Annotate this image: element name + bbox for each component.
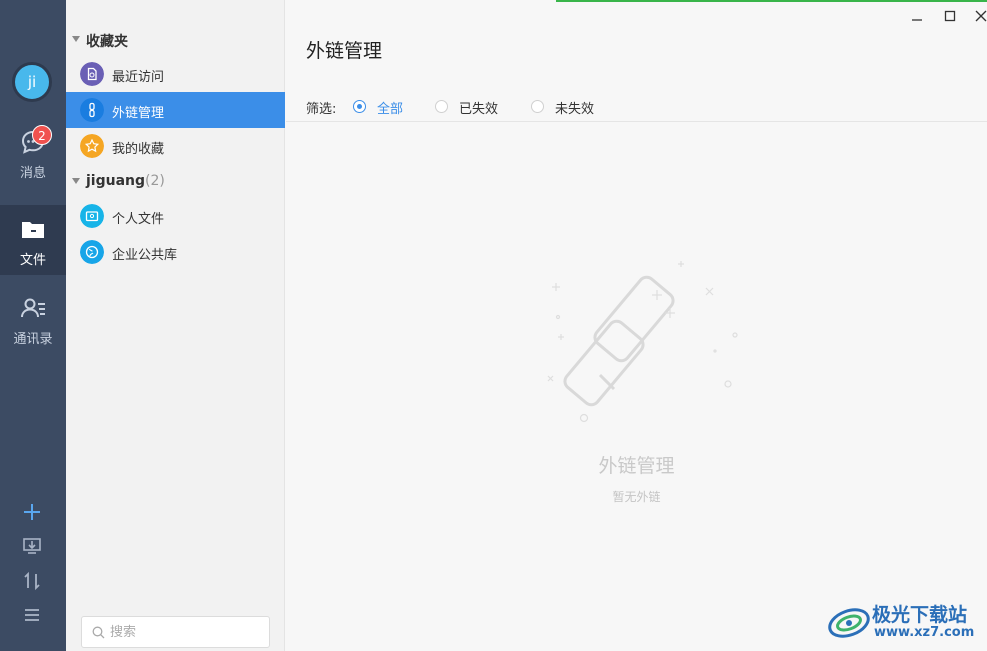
search-icon [92,626,105,639]
top-accent-line [556,0,987,2]
nav-files-label: 文件 [19,253,46,268]
watermark-url: www.xz7.com [874,625,975,640]
radio-unchecked-icon [531,100,544,113]
filter-label: 筛选: [306,102,337,117]
collapse-triangle-icon [72,36,80,42]
nav-contacts-label: 通讯录 [13,332,53,347]
nav-messages-label: 消息 [19,166,46,181]
empty-state-subtitle: 暂无外链 [612,490,661,504]
main-panel: 外链管理 筛选: 全部 已失效 未失效 外链管理 暂无外链 [286,0,987,651]
folder-icon [22,222,44,238]
sidebar-item-personal-files[interactable]: 个人文件 [66,198,285,234]
contacts-icon [21,298,45,318]
globe-icon [80,240,104,264]
watermark-logo: 极光下载站 www.xz7.com [826,598,987,646]
empty-link-illustration-icon [547,261,738,423]
star-icon [80,134,104,158]
radio-unchecked-icon [435,100,448,113]
sidebar-item-label: 我的收藏 [112,142,165,157]
nav-contacts[interactable]: 通讯录 [0,284,66,354]
maximize-icon[interactable] [939,6,961,26]
filter-radio-label: 已失效 [459,102,499,117]
sidebar-item-enterprise-library[interactable]: 企业公共库 [66,234,285,270]
transfer-icon[interactable] [20,569,44,593]
file-sidebar: 收藏夹 最近访问 外链管理 我的收藏 jiguang(2) 个人文件 企业公共库… [66,0,285,651]
unread-badge: 2 [32,125,52,145]
link-icon [80,98,104,122]
sidebar-item-label: 外链管理 [112,106,165,121]
filter-radio-label: 全部 [377,102,404,117]
minimize-icon[interactable] [906,6,928,26]
plus-icon[interactable] [20,500,44,524]
user-avatar[interactable]: ji [12,62,52,102]
org-group-count: (2) [145,173,165,189]
watermark-name: 极光下载站 [872,604,968,626]
org-group[interactable]: jiguang(2) [66,168,285,196]
favorites-group[interactable]: 收藏夹 [66,26,285,54]
nav-files[interactable]: 文件 [0,205,66,275]
search-input[interactable] [110,622,260,642]
app-rail: ji 消息 2 文件 通讯录 [0,0,66,651]
sidebar-item-recent[interactable]: 最近访问 [66,56,285,92]
search-box[interactable] [81,616,270,648]
aurora-logo-icon [828,608,870,638]
filter-radio-label: 未失效 [555,102,595,117]
menu-icon[interactable] [20,603,44,627]
favorites-group-label: 收藏夹 [86,34,128,50]
sidebar-item-label: 企业公共库 [112,248,178,263]
sidebar-item-my-favorites[interactable]: 我的收藏 [66,128,285,164]
empty-state-title: 外链管理 [598,455,675,477]
close-icon[interactable] [970,6,987,26]
radio-checked-icon [353,100,366,113]
sidebar-item-external-links[interactable]: 外链管理 [66,92,285,128]
header-divider [286,121,987,122]
collapse-triangle-icon [72,178,80,184]
sidebar-item-label: 最近访问 [112,70,165,85]
page-title: 外链管理 [306,40,383,62]
download-monitor-icon[interactable] [20,534,44,558]
org-group-label: jiguang [86,173,146,189]
sidebar-item-label: 个人文件 [112,212,165,227]
personal-folder-icon [80,204,104,228]
recent-doc-icon [80,62,104,86]
